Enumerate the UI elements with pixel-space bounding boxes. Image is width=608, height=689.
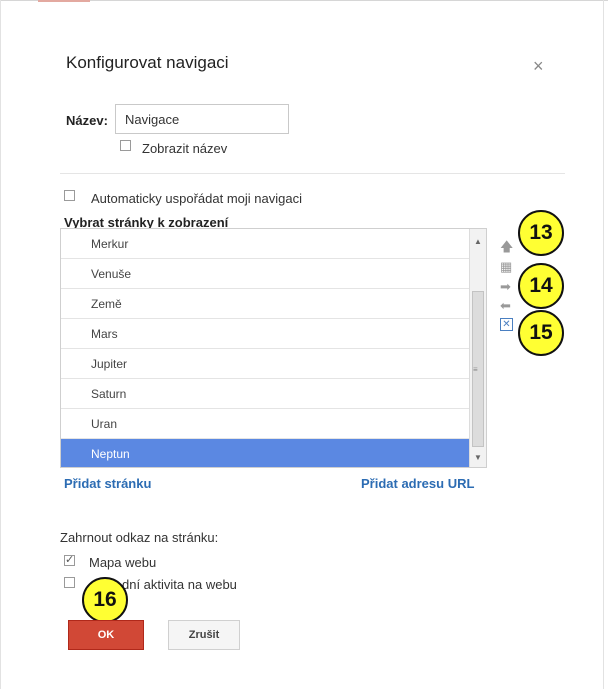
outdent-left-icon[interactable]: ⬅ [500, 299, 511, 312]
divider [60, 173, 565, 174]
sitemap-checkbox[interactable]: ✓ [64, 555, 75, 566]
configure-navigation-dialog: Konfigurovat navigaci × Název: Zobrazit … [0, 0, 608, 689]
scroll-up-arrow-icon[interactable]: ▲ [474, 237, 482, 246]
list-item[interactable]: Země [61, 289, 469, 319]
scroll-grip-icon: ≡ [473, 365, 478, 374]
close-icon[interactable]: × [533, 56, 544, 77]
indent-right-icon[interactable]: ➡ [500, 280, 511, 293]
duplicate-icon[interactable]: ▦ [500, 260, 512, 273]
list-item-selected[interactable]: Neptun [61, 439, 469, 467]
include-link-label: Zahrnout odkaz na stránku: [60, 530, 219, 545]
callout-16: 16 [82, 577, 128, 623]
name-input[interactable] [115, 104, 289, 134]
move-up-icon[interactable]: 🡅 [500, 240, 513, 253]
cancel-button[interactable]: Zrušit [168, 620, 240, 650]
list-item[interactable]: Jupiter [61, 349, 469, 379]
pages-list[interactable]: Merkur Venuše Země Mars Jupiter Saturn U… [60, 228, 487, 468]
list-item[interactable]: Venuše [61, 259, 469, 289]
show-name-checkbox[interactable] [120, 140, 131, 151]
name-label: Název: [66, 113, 108, 128]
list-item[interactable]: Saturn [61, 379, 469, 409]
show-name-label: Zobrazit název [142, 141, 228, 156]
remove-icon[interactable]: ✕ [500, 318, 513, 331]
ok-button[interactable]: OK [68, 620, 144, 650]
list-item[interactable]: Mars [61, 319, 469, 349]
add-page-link[interactable]: Přidat stránku [64, 476, 151, 491]
dialog-title: Konfigurovat navigaci [66, 53, 229, 72]
recent-activity-checkbox[interactable] [64, 577, 75, 588]
recent-activity-label: dní aktivita na webu [122, 577, 237, 592]
add-url-link[interactable]: Přidat adresu URL [361, 476, 474, 491]
callout-13: 13 [518, 210, 564, 256]
list-scrollbar[interactable]: ▲ ≡ ▼ [469, 229, 486, 467]
auto-arrange-checkbox[interactable] [64, 190, 75, 201]
scroll-down-arrow-icon[interactable]: ▼ [474, 453, 482, 462]
list-item[interactable]: Uran [61, 409, 469, 439]
auto-arrange-label: Automaticky uspořádat moji navigaci [91, 191, 302, 206]
callout-15: 15 [518, 310, 564, 356]
list-item[interactable]: Merkur [61, 229, 469, 259]
callout-14: 14 [518, 263, 564, 309]
sitemap-label: Mapa webu [89, 555, 157, 570]
